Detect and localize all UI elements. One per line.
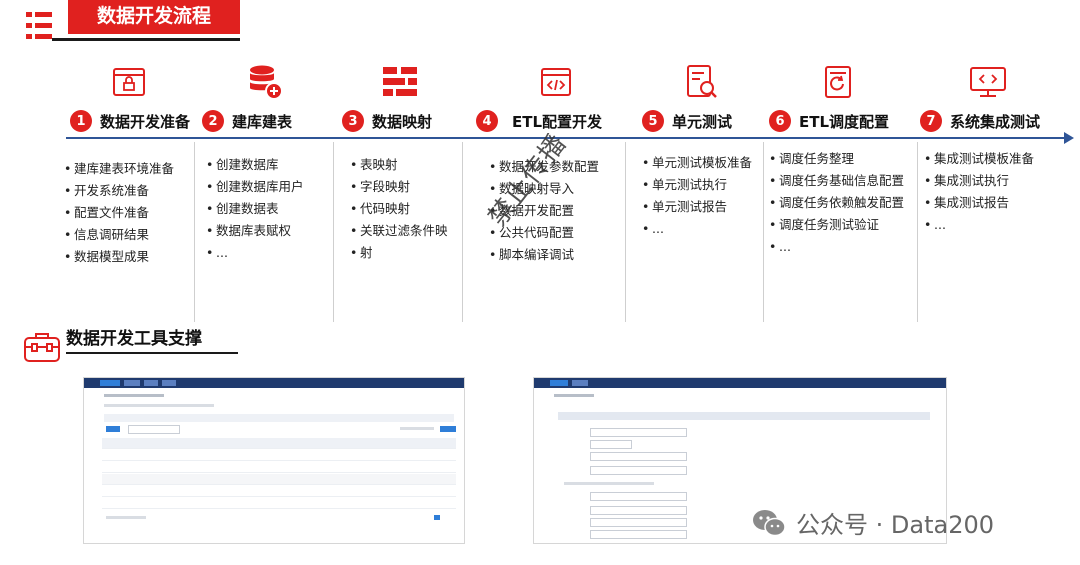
mapping-grid-icon (383, 67, 417, 96)
list-item: 单元测试执行 (642, 174, 752, 196)
list-item: ... (769, 236, 904, 258)
step-6-items: 调度任务整理 调度任务基础信息配置 调度任务依赖触发配置 调度任务测试验证 ..… (769, 148, 904, 258)
list-item: ... (206, 242, 304, 264)
list-item: 数据模型成果 (64, 246, 174, 268)
list-item: 集成测试报告 (924, 192, 1034, 214)
list-item: 关联过滤条件映 (350, 220, 458, 242)
list-item: 调度任务整理 (769, 148, 904, 170)
column-divider (917, 142, 918, 322)
step-1: 1 数据开发准备 (70, 108, 190, 134)
toolbox-icon (24, 333, 60, 362)
column-divider (194, 142, 195, 322)
column-divider (625, 142, 626, 322)
step-number: 1 (70, 110, 92, 132)
list-icon (26, 12, 52, 39)
database-add-icon (250, 65, 283, 100)
tool-screenshot-table (83, 377, 465, 544)
monitor-code-icon (970, 67, 1006, 97)
list-item: 数据库表赋权 (206, 220, 304, 242)
timeline-arrow (66, 137, 1068, 139)
doc-search-icon (687, 65, 717, 98)
wechat-icon (753, 509, 786, 536)
list-item: 单元测试报告 (642, 196, 752, 218)
step-label: 建库建表 (232, 112, 293, 131)
column-divider (333, 142, 334, 322)
wechat-account-text: 公众号 · Data200 (796, 511, 994, 539)
list-item: 射 (350, 242, 458, 264)
step-label: ETL配置开发 (512, 112, 603, 131)
step-number: 6 (769, 110, 791, 132)
code-window-icon (541, 68, 571, 96)
list-item: 配置文件准备 (64, 202, 174, 224)
title-underline (66, 352, 238, 354)
step-2: 2 建库建表 (202, 108, 292, 134)
step-7: 7 系统集成测试 (920, 108, 1040, 134)
list-item: 建库建表环境准备 (64, 158, 174, 180)
list-item: 创建数据表 (206, 198, 304, 220)
step-7-items: 集成测试模板准备 集成测试执行 集成测试报告 ... (924, 148, 1034, 236)
list-item: 开发系统准备 (64, 180, 174, 202)
arrow-head-icon (1064, 132, 1074, 144)
step-2-items: 创建数据库 创建数据库用户 创建数据表 数据库表赋权 ... (206, 154, 304, 264)
list-item: 代码映射 (350, 198, 458, 220)
list-item: 调度任务依赖触发配置 (769, 192, 904, 214)
list-item: 信息调研结果 (64, 224, 174, 246)
step-label: 系统集成测试 (950, 112, 1041, 131)
step-3-items: 表映射 字段映射 代码映射 关联过滤条件映 射 (350, 154, 458, 264)
list-item: 调度任务基础信息配置 (769, 170, 904, 192)
step-label: 数据映射 (372, 112, 433, 131)
list-item: 集成测试执行 (924, 170, 1034, 192)
list-item: 表映射 (350, 154, 458, 176)
list-item: 创建数据库 (206, 154, 304, 176)
list-item: ... (924, 214, 1034, 236)
step-6: 6 ETL调度配置 (769, 108, 889, 134)
step-label: 数据开发准备 (100, 112, 191, 131)
step-number: 4 (476, 110, 498, 132)
step-label: 单元测试 (672, 112, 733, 131)
step-5: 5 单元测试 (642, 108, 732, 134)
step-number: 3 (342, 110, 364, 132)
step-number: 2 (202, 110, 224, 132)
step-number: 7 (920, 110, 942, 132)
browser-lock-icon (113, 68, 145, 96)
step-number: 5 (642, 110, 664, 132)
list-item: 脚本编译调试 (489, 244, 599, 266)
column-divider (462, 142, 463, 322)
wechat-mark: 公众号 · Data200 (752, 505, 994, 540)
list-item: 创建数据库用户 (206, 176, 304, 198)
section-title: 数据开发工具支撑 (66, 329, 202, 349)
column-divider (763, 142, 764, 322)
list-item: 字段映射 (350, 176, 458, 198)
list-item: 集成测试模板准备 (924, 148, 1034, 170)
title-underline (52, 38, 240, 41)
step-1-items: 建库建表环境准备 开发系统准备 配置文件准备 信息调研结果 数据模型成果 (64, 158, 174, 268)
step-label: ETL调度配置 (799, 112, 890, 131)
list-item: ... (642, 218, 752, 240)
step-3: 3 数据映射 (342, 108, 432, 134)
list-item: 单元测试模板准备 (642, 152, 752, 174)
page-title: 数据开发流程 (68, 0, 240, 34)
doc-refresh-icon (825, 66, 851, 98)
step-5-items: 单元测试模板准备 单元测试执行 单元测试报告 ... (642, 152, 752, 240)
list-item: 调度任务测试验证 (769, 214, 904, 236)
